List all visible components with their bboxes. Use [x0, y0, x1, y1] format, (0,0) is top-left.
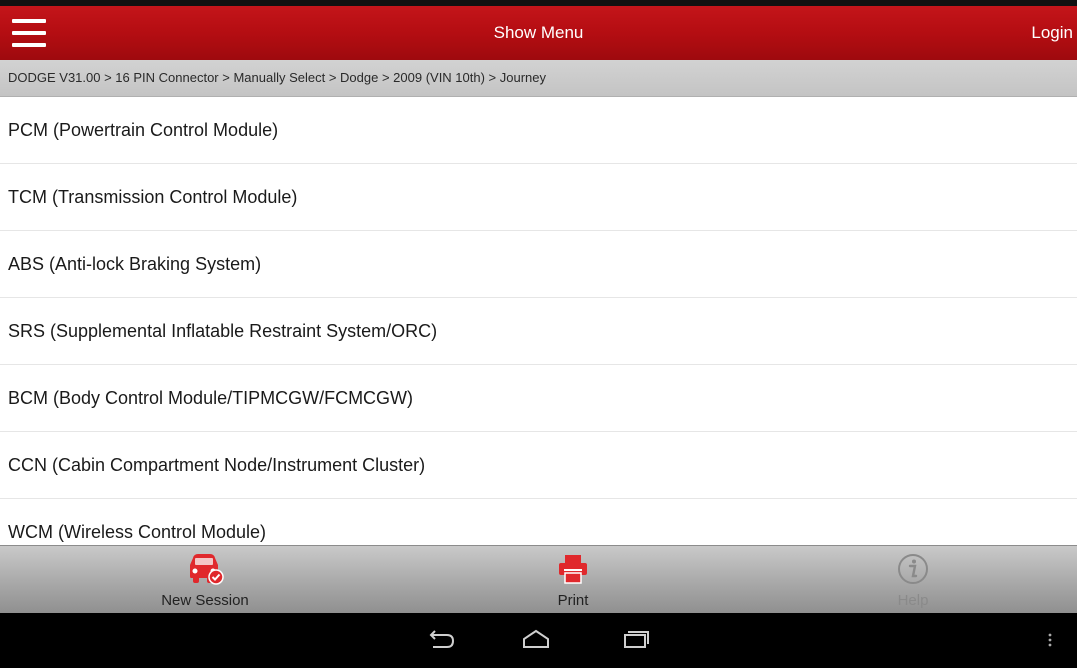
breadcrumb: DODGE V31.00 > 16 PIN Connector > Manual…	[0, 60, 1077, 97]
android-nav-bar	[0, 613, 1077, 668]
app-screen: Show Menu Login DODGE V31.00 > 16 PIN Co…	[0, 0, 1077, 668]
overflow-icon	[1048, 633, 1052, 647]
back-icon	[429, 630, 455, 648]
module-item-wcm[interactable]: WCM (Wireless Control Module)	[0, 499, 1077, 545]
breadcrumb-path: DODGE V31.00 > 16 PIN Connector > Manual…	[8, 70, 546, 85]
print-button[interactable]: Print	[463, 546, 683, 614]
module-label: BCM (Body Control Module/TIPMCGW/FCMCGW)	[8, 388, 414, 408]
module-list: PCM (Powertrain Control Module) TCM (Tra…	[0, 97, 1077, 545]
module-item-pcm[interactable]: PCM (Powertrain Control Module)	[0, 97, 1077, 164]
module-label: SRS (Supplemental Inflatable Restraint S…	[8, 321, 438, 341]
bottom-toolbar: New Session Print Help	[0, 545, 1077, 614]
module-label: ABS (Anti-lock Braking System)	[8, 254, 262, 274]
printer-icon	[559, 555, 587, 584]
help-label: Help	[897, 592, 929, 609]
module-label: PCM (Powertrain Control Module)	[8, 120, 279, 140]
nav-back-button[interactable]	[421, 625, 461, 655]
car-check-icon	[190, 554, 224, 585]
app-header: Show Menu Login	[0, 6, 1077, 60]
module-label: WCM (Wireless Control Module)	[8, 522, 267, 542]
new-session-label: New Session	[161, 592, 249, 609]
nav-recent-apps-button[interactable]	[615, 625, 655, 655]
module-label: CCN (Cabin Compartment Node/Instrument C…	[8, 455, 426, 475]
nav-home-button[interactable]	[516, 625, 556, 655]
home-icon	[523, 629, 549, 648]
login-button[interactable]: Login	[1031, 6, 1073, 60]
module-item-ccn[interactable]: CCN (Cabin Compartment Node/Instrument C…	[0, 432, 1077, 499]
module-item-tcm[interactable]: TCM (Transmission Control Module)	[0, 164, 1077, 231]
module-label: TCM (Transmission Control Module)	[8, 187, 298, 207]
module-item-srs[interactable]: SRS (Supplemental Inflatable Restraint S…	[0, 298, 1077, 365]
nav-overflow-button[interactable]	[1040, 625, 1060, 655]
menu-button[interactable]	[12, 18, 46, 48]
info-icon	[898, 554, 928, 584]
module-item-abs[interactable]: ABS (Anti-lock Braking System)	[0, 231, 1077, 298]
new-session-button[interactable]: New Session	[95, 546, 315, 614]
header-title: Show Menu	[493, 23, 584, 42]
module-item-bcm[interactable]: BCM (Body Control Module/TIPMCGW/FCMCGW)	[0, 365, 1077, 432]
recent-apps-icon	[624, 631, 649, 648]
print-label: Print	[557, 592, 589, 609]
help-button[interactable]: Help	[803, 546, 1023, 614]
